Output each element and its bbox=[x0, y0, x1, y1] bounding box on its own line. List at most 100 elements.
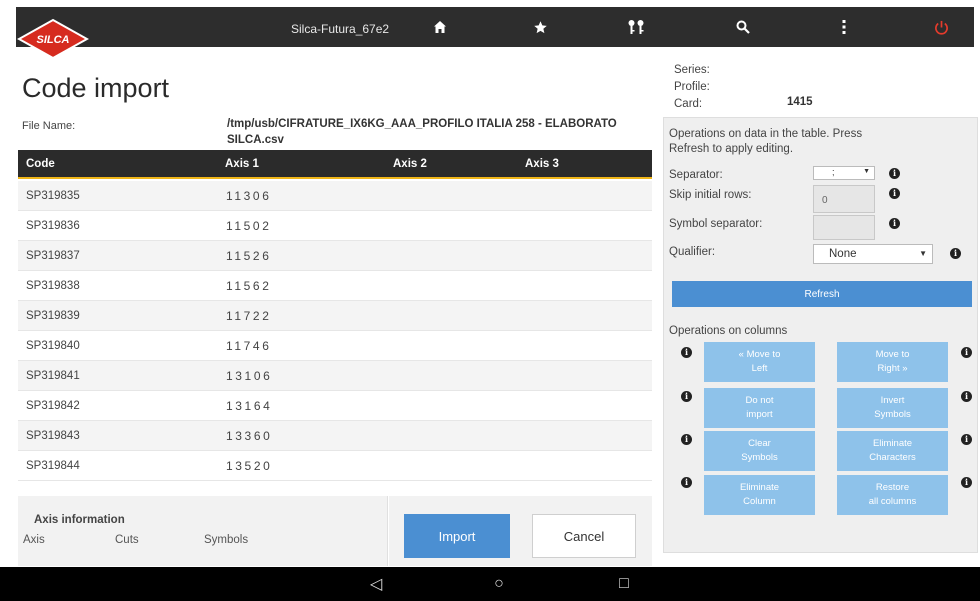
invert-symbols-button[interactable]: Invert Symbols bbox=[837, 388, 948, 428]
info-icon[interactable]: i bbox=[681, 391, 692, 402]
power-icon[interactable] bbox=[930, 16, 952, 38]
top-bar: SILCA Silca-Futura_67e2 bbox=[0, 0, 980, 60]
operations-description: Operations on data in the table. Press R… bbox=[669, 128, 863, 155]
qualifier-value: None bbox=[829, 248, 857, 260]
info-icon[interactable]: i bbox=[961, 434, 972, 445]
page-title: Code import bbox=[22, 73, 170, 103]
cuts-column-label: Cuts bbox=[115, 534, 139, 546]
chevron-down-icon: ▼ bbox=[863, 168, 870, 175]
axis-information-panel: Axis information Axis Cuts Symbols bbox=[18, 496, 388, 566]
axis-1-cell: 11502 bbox=[226, 219, 272, 233]
restore-all-columns-button[interactable]: Restore all columns bbox=[837, 475, 948, 515]
qualifier-label: Qualifier: bbox=[669, 246, 716, 258]
device-title: Silca-Futura_67e2 bbox=[291, 22, 390, 36]
table-body: SP319835 11306 SP319836 11502 SP319837 1152… bbox=[18, 181, 652, 481]
info-icon[interactable]: i bbox=[950, 248, 961, 259]
keys-icon[interactable] bbox=[625, 16, 647, 38]
move-to-left-button[interactable]: « Move to Left bbox=[704, 342, 815, 382]
table-row[interactable]: SP319838 11562 bbox=[18, 271, 652, 301]
file-name-label: File Name: bbox=[22, 120, 76, 132]
axis-1-cell: 11526 bbox=[226, 249, 272, 263]
code-cell: SP319841 bbox=[26, 370, 80, 382]
eliminate-column-button[interactable]: Eliminate Column bbox=[704, 475, 815, 515]
axis-column-label: Axis bbox=[23, 534, 45, 546]
symbols-column-label: Symbols bbox=[204, 534, 249, 546]
card-value: 1415 bbox=[787, 96, 813, 108]
code-cell: SP319839 bbox=[26, 310, 80, 322]
recent-apps-icon[interactable]: □ bbox=[614, 575, 634, 593]
axis-1-cell: 13360 bbox=[226, 429, 273, 443]
axis-1-cell: 11562 bbox=[226, 279, 272, 293]
code-cell: SP319838 bbox=[26, 280, 80, 292]
skip-initial-rows-input[interactable]: 0 bbox=[813, 185, 875, 213]
separator-value: ; bbox=[832, 167, 835, 177]
file-name-value: /tmp/usb/CIFRATURE_IX6KG_AAA_PROFILO ITA… bbox=[227, 118, 617, 146]
card-label: Card: bbox=[674, 98, 703, 110]
menu-icon[interactable] bbox=[833, 16, 855, 38]
card-info: Series: Profile: Card: bbox=[674, 62, 710, 113]
skip-initial-rows-label: Skip initial rows: bbox=[669, 189, 752, 201]
info-icon[interactable]: i bbox=[681, 477, 692, 488]
column-header-code[interactable]: Code bbox=[26, 158, 55, 170]
axis-1-cell: 11746 bbox=[226, 339, 272, 353]
star-icon[interactable] bbox=[529, 16, 551, 38]
code-cell: SP319835 bbox=[26, 190, 80, 202]
axis-1-cell: 13164 bbox=[226, 399, 273, 413]
info-icon[interactable]: i bbox=[889, 188, 900, 199]
table-row[interactable]: SP319835 11306 bbox=[18, 181, 652, 211]
table-header: Code Axis 1 Axis 2 Axis 3 bbox=[18, 150, 652, 179]
axis-1-cell: 11722 bbox=[226, 309, 272, 323]
do-not-import-button[interactable]: Do not import bbox=[704, 388, 815, 428]
home-icon[interactable] bbox=[429, 16, 451, 38]
column-header-axis-2[interactable]: Axis 2 bbox=[393, 158, 427, 170]
axis-information-title: Axis information bbox=[34, 514, 125, 526]
table-row[interactable]: SP319837 11526 bbox=[18, 241, 652, 271]
clear-symbols-button[interactable]: Clear Symbols bbox=[704, 431, 815, 471]
axis-1-cell: 11306 bbox=[226, 189, 272, 203]
qualifier-select[interactable]: None ▼ bbox=[813, 244, 933, 264]
eliminate-characters-button[interactable]: Eliminate Characters bbox=[837, 431, 948, 471]
info-icon[interactable]: i bbox=[889, 168, 900, 179]
table-row[interactable]: SP319839 11722 bbox=[18, 301, 652, 331]
move-to-right-button[interactable]: Move to Right » bbox=[837, 342, 948, 382]
operations-on-columns-title: Operations on columns bbox=[669, 325, 788, 337]
import-button[interactable]: Import bbox=[404, 514, 510, 558]
home-circle-icon[interactable]: ○ bbox=[489, 575, 509, 593]
table-row[interactable]: SP319843 13360 bbox=[18, 421, 652, 451]
info-icon[interactable]: i bbox=[961, 391, 972, 402]
axis-1-cell: 13106 bbox=[226, 369, 273, 383]
table-row[interactable]: SP319840 11746 bbox=[18, 331, 652, 361]
separator-label: Separator: bbox=[669, 169, 723, 181]
refresh-button[interactable]: Refresh bbox=[672, 281, 972, 307]
code-cell: SP319836 bbox=[26, 220, 80, 232]
profile-label: Profile: bbox=[674, 81, 710, 93]
column-header-axis-3[interactable]: Axis 3 bbox=[525, 158, 559, 170]
back-icon[interactable]: ◁ bbox=[366, 575, 386, 593]
code-cell: SP319837 bbox=[26, 250, 80, 262]
series-label: Series: bbox=[674, 64, 710, 76]
info-icon[interactable]: i bbox=[889, 218, 900, 229]
axis-1-cell: 13520 bbox=[226, 459, 273, 473]
info-icon[interactable]: i bbox=[681, 434, 692, 445]
android-navigation-bar: ◁ ○ □ bbox=[0, 567, 980, 601]
info-icon[interactable]: i bbox=[961, 477, 972, 488]
top-bar-background bbox=[16, 7, 974, 47]
logo-text: SILCA bbox=[37, 34, 70, 46]
search-icon[interactable] bbox=[732, 16, 754, 38]
code-cell: SP319840 bbox=[26, 340, 80, 352]
action-bar: Import Cancel bbox=[389, 496, 652, 566]
separator-select[interactable]: ; ▼ bbox=[813, 166, 875, 180]
info-icon[interactable]: i bbox=[961, 347, 972, 358]
table-row[interactable]: SP319841 13106 bbox=[18, 361, 652, 391]
cancel-button[interactable]: Cancel bbox=[532, 514, 636, 558]
column-header-axis-1[interactable]: Axis 1 bbox=[225, 158, 259, 170]
table-row[interactable]: SP319844 13520 bbox=[18, 451, 652, 481]
info-icon[interactable]: i bbox=[681, 347, 692, 358]
table-row[interactable]: SP319836 11502 bbox=[18, 211, 652, 241]
silca-logo: SILCA bbox=[17, 18, 89, 60]
chevron-down-icon: ▼ bbox=[919, 249, 927, 258]
operations-panel: Operations on data in the table. Press R… bbox=[663, 117, 978, 553]
table-row[interactable]: SP319842 13164 bbox=[18, 391, 652, 421]
symbol-separator-label: Symbol separator: bbox=[669, 218, 763, 230]
symbol-separator-input[interactable] bbox=[813, 215, 875, 240]
